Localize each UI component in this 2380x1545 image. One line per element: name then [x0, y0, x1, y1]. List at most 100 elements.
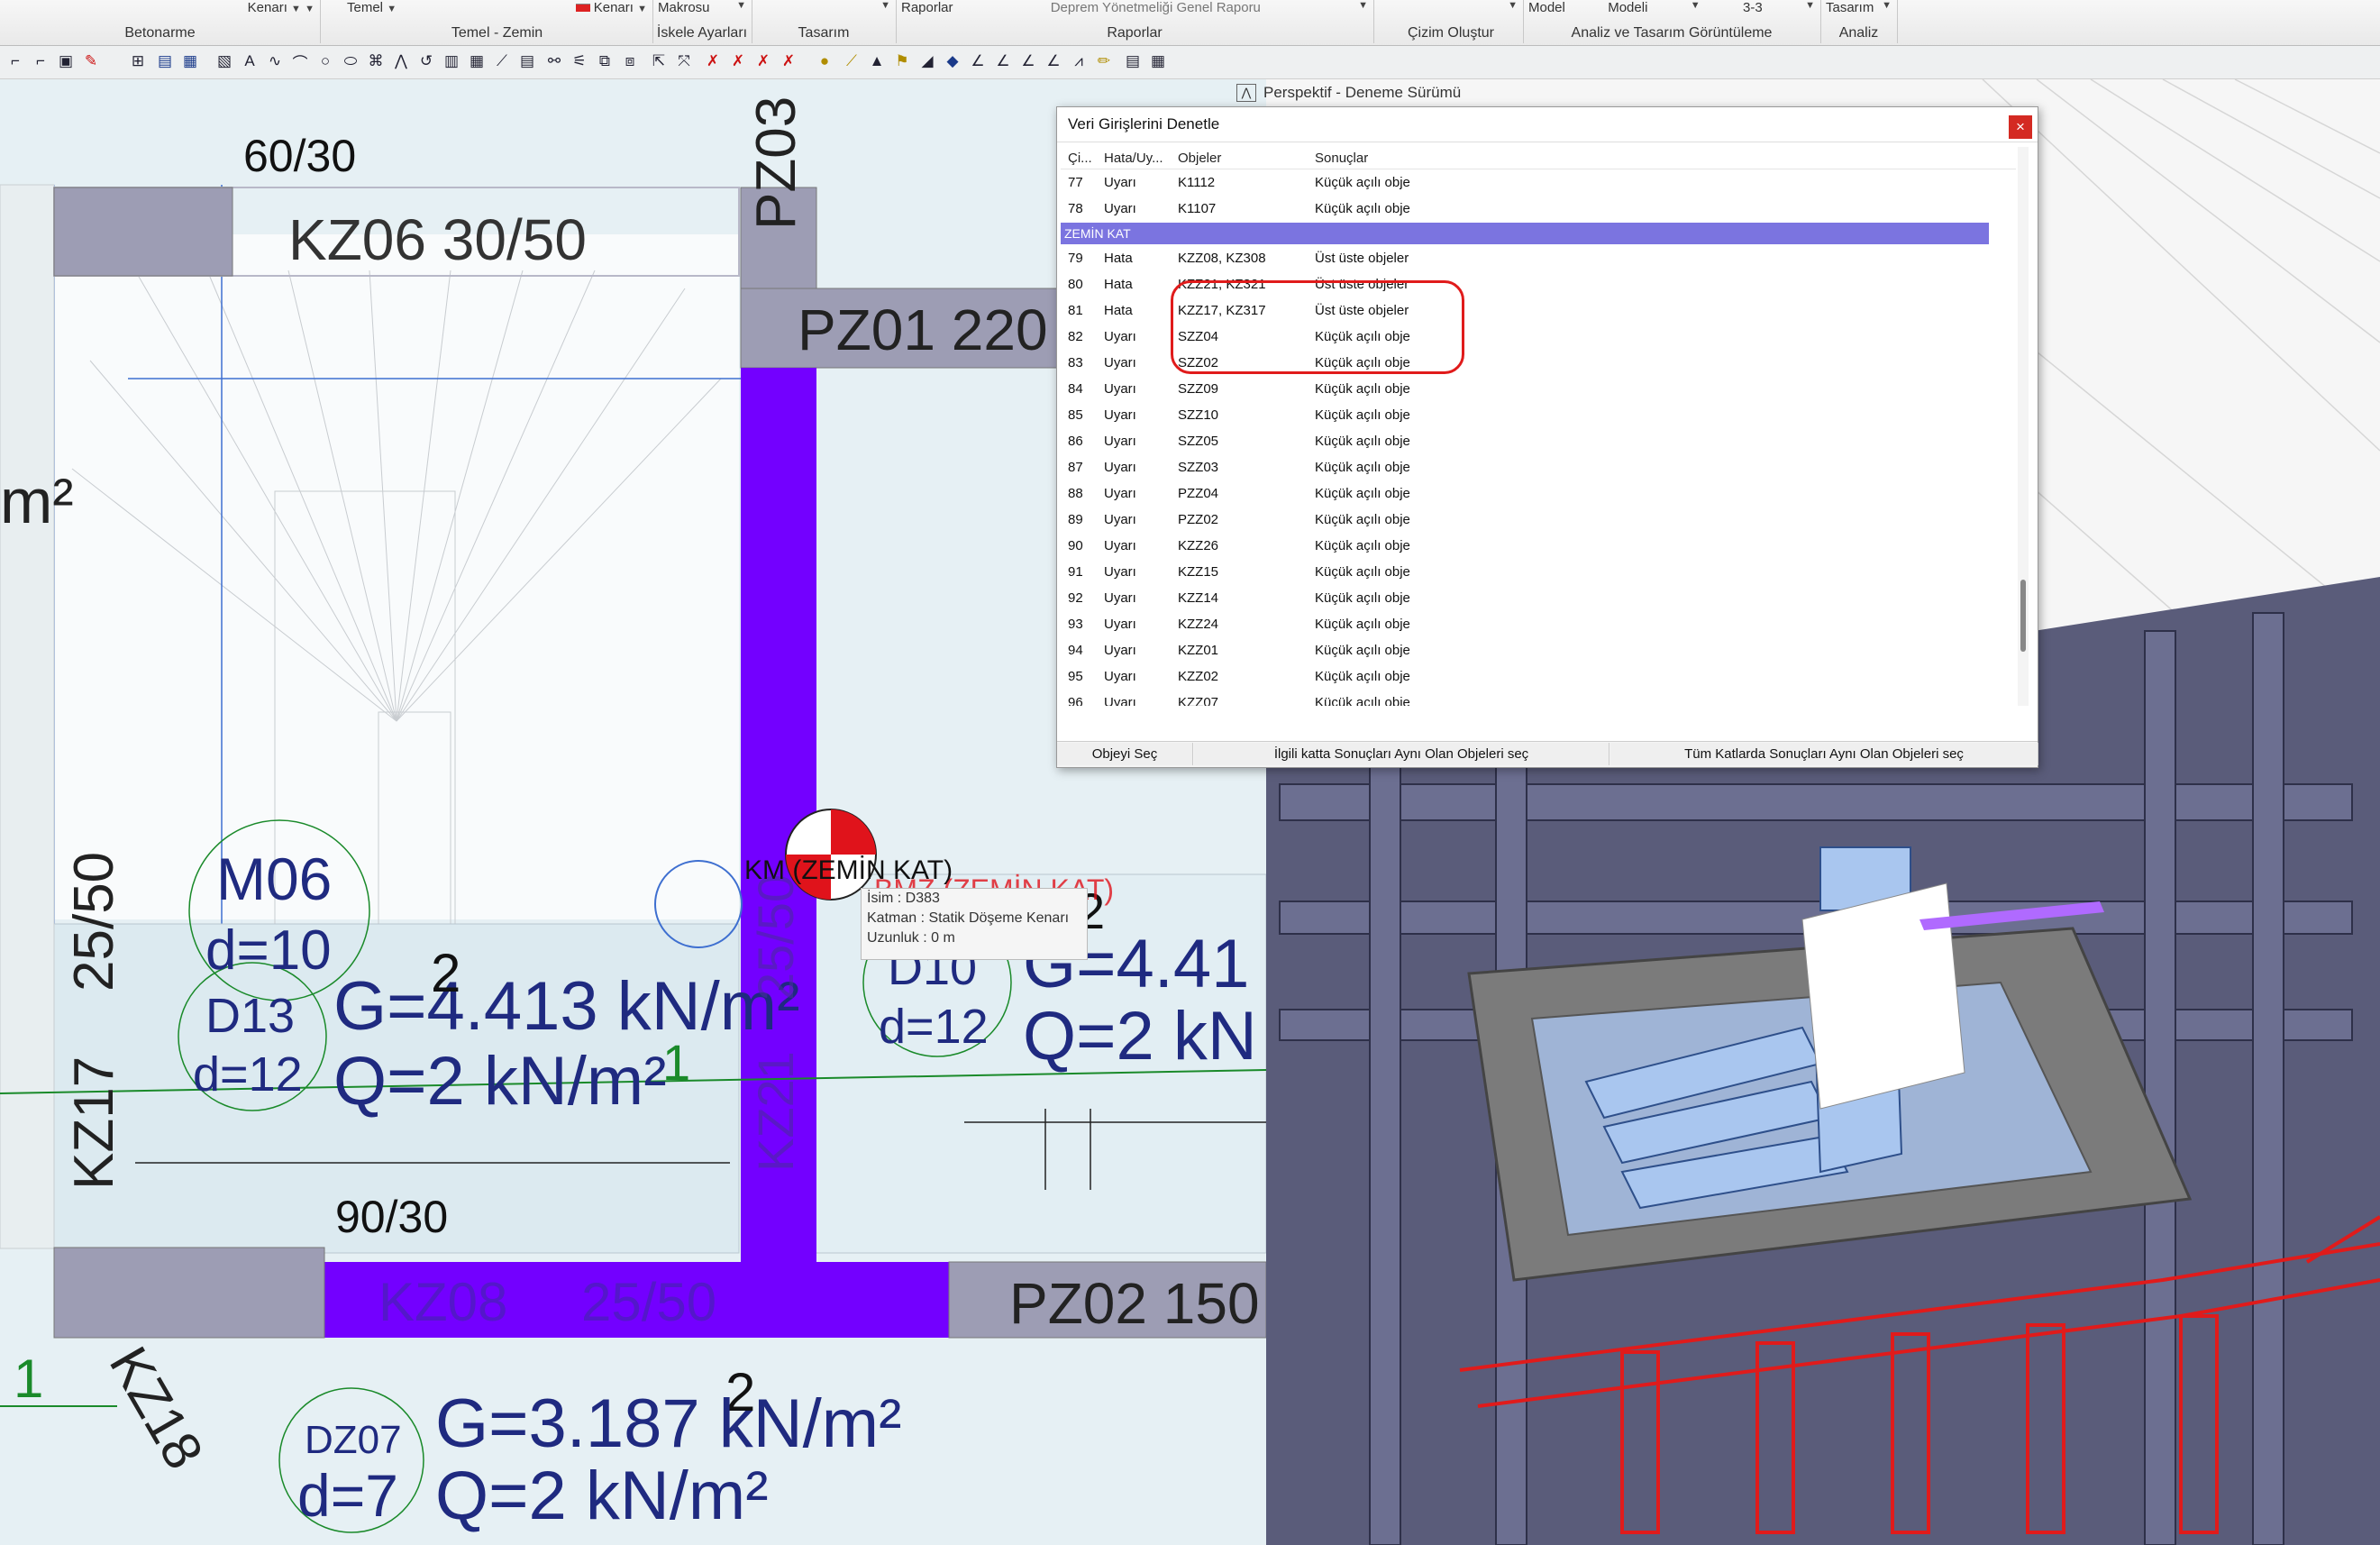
table-view-tool-icon[interactable]: ▦: [1148, 52, 1168, 70]
table-row[interactable]: 92 Uyarı KZZ14 Küçük açılı obje: [1061, 586, 2016, 612]
ribbon-group-analiz-gorunum[interactable]: Model Modeli ▼ 3-3 ▼ Analiz ve Tasarım Görün…: [1523, 0, 1821, 43]
table-row[interactable]: 88 Uyarı PZZ04 Küçük açılı obje: [1061, 481, 2016, 507]
perspective-tab[interactable]: ⋀ Perspektif - Deneme Sürümü: [1236, 79, 1461, 106]
ribbon-group-top-right[interactable]: Modeli: [1608, 0, 1647, 15]
dropdown-caret-icon[interactable]: ▼: [387, 4, 397, 14]
matrix-tool-icon[interactable]: ▦: [467, 52, 487, 70]
select-all-floors-button[interactable]: Tüm Katlarda Sonuçları Aynı Olan Objeler…: [1610, 743, 2038, 765]
ribbon-group-betonarme[interactable]: Kenarı ▼ ▼ Betonarme: [0, 0, 321, 43]
dropdown-caret-icon[interactable]: ▼: [305, 4, 315, 14]
rebar-tool-icon[interactable]: ⚟: [570, 52, 589, 70]
table-row[interactable]: 85 Uyarı SZZ10 Küçük açılı obje: [1061, 403, 2016, 429]
circle-tool-icon[interactable]: ○: [315, 52, 335, 70]
brush-tool-icon[interactable]: ✏: [1094, 52, 1114, 70]
delete-all-tool-icon[interactable]: ✗: [728, 52, 748, 70]
dropdown-caret-icon[interactable]: ▼: [1691, 0, 1701, 15]
veri-girisleri-dialog[interactable]: Veri Girişlerini Denetle × Çi... Hata/Uy…: [1056, 106, 2038, 768]
region-tool-icon[interactable]: ⬭: [341, 52, 360, 70]
table-row[interactable]: 84 Uyarı SZZ09 Küçük açılı obje: [1061, 377, 2016, 403]
bulb-tool-icon[interactable]: ●: [815, 52, 834, 70]
pen-tool-icon[interactable]: ✎: [81, 52, 101, 70]
select-same-floor-button[interactable]: İlgili katta Sonuçları Aynı Olan Objeler…: [1194, 743, 1609, 765]
ribbon-group-tasarim[interactable]: ▼ Tasarım: [752, 0, 897, 43]
shape-tool-icon[interactable]: ◢: [917, 52, 937, 70]
column-top-left[interactable]: [53, 187, 233, 277]
arc-tool-icon[interactable]: ∿: [265, 52, 285, 70]
copy-tool-icon[interactable]: ⧉: [595, 52, 615, 70]
print-tool-icon[interactable]: ▤: [1123, 52, 1143, 70]
ribbon-group-top-right[interactable]: Kenarı: [248, 0, 287, 15]
save-icon[interactable]: ▤: [155, 52, 175, 70]
table-row[interactable]: 96 Uyarı KZZ07 Küçük açılı obje: [1061, 690, 2016, 706]
ribbon-group-analiz[interactable]: Tasarım ▼ Analiz: [1820, 0, 1898, 43]
mountain-tool-icon[interactable]: ▲: [867, 52, 887, 70]
layout-tool-icon[interactable]: ▤: [517, 52, 537, 70]
ribbon-group-top-left[interactable]: Temel: [347, 0, 383, 15]
dropdown-caret-icon[interactable]: ▼: [880, 0, 890, 11]
axis-tool-icon[interactable]: ∠: [1018, 52, 1038, 70]
ribbon-group-top-left[interactable]: Tasarım: [1826, 0, 1874, 15]
flag-tool-icon[interactable]: ⚑: [892, 52, 912, 70]
table-row[interactable]: 86 Uyarı SZZ05 Küçük açılı obje: [1061, 429, 2016, 455]
dropdown-caret-icon[interactable]: ▼: [1508, 0, 1518, 11]
dropdown-caret-icon[interactable]: ▼: [637, 4, 647, 14]
section-row-zemin-kat[interactable]: ZEMİN KAT: [1061, 223, 1989, 244]
ribbon-group-iskele[interactable]: Makrosu ▼ İskele Ayarları: [652, 0, 752, 43]
table-row[interactable]: 94 Uyarı KZZ01 Küçük açılı obje: [1061, 638, 2016, 664]
paste-tool-icon[interactable]: ⧈: [620, 52, 640, 70]
rectangle-tool-icon[interactable]: ▣: [56, 52, 76, 70]
column-header-type[interactable]: Hata/Uy...: [1104, 151, 1163, 166]
column-header-no[interactable]: Çi...: [1068, 151, 1092, 166]
close-button[interactable]: ×: [2009, 115, 2032, 139]
measure-tool-icon[interactable]: ⟋: [492, 52, 512, 70]
ribbon-group-top-right[interactable]: Kenarı: [594, 0, 634, 15]
shield-tool-icon[interactable]: ◆: [943, 52, 962, 70]
ribbon-group-extra[interactable]: 3-3: [1743, 0, 1763, 15]
grid-tool-icon[interactable]: ▦: [180, 52, 200, 70]
image-tool-icon[interactable]: ▧: [214, 52, 234, 70]
dropdown-caret-icon[interactable]: ▼: [736, 0, 746, 15]
perspective-tab-icon[interactable]: ⋀: [1236, 84, 1256, 102]
column-header-objects[interactable]: Objeler: [1178, 151, 1221, 166]
table-scrollbar[interactable]: [2018, 147, 2029, 706]
dropdown-caret-icon[interactable]: ▼: [1882, 0, 1892, 15]
polyline-tool-icon[interactable]: ⌐: [31, 52, 50, 70]
table-row[interactable]: 89 Uyarı PZZ02 Küçük açılı obje: [1061, 507, 2016, 534]
node-tool-icon[interactable]: ⌘: [366, 52, 386, 70]
curve-graph-tool-icon[interactable]: ∠: [1044, 52, 1063, 70]
table-row[interactable]: 87 Uyarı SZZ03 Küçük açılı obje: [1061, 455, 2016, 481]
undo-tool-icon[interactable]: ↺: [416, 52, 436, 70]
table-tool-icon[interactable]: ▥: [442, 52, 461, 70]
table-row[interactable]: 91 Uyarı KZZ15 Küçük açılı obje: [1061, 560, 2016, 586]
ribbon-group-top-left[interactable]: Model: [1528, 0, 1565, 15]
delete-tool-icon[interactable]: ✗: [703, 52, 723, 70]
move-tool-icon[interactable]: ⇱: [649, 52, 669, 70]
table-row[interactable]: 79 Hata KZZ08, KZ308 Üst üste objeler: [1061, 246, 2016, 272]
line-tool-icon[interactable]: ⌐: [5, 52, 25, 70]
scrollbar-thumb[interactable]: [2020, 580, 2026, 652]
table-row[interactable]: 90 Uyarı KZZ26 Küçük açılı obje: [1061, 534, 2016, 560]
column-bottom-left[interactable]: [53, 1247, 325, 1339]
peak-tool-icon[interactable]: ⩘: [1069, 52, 1089, 70]
dropdown-caret-icon[interactable]: ▼: [1805, 0, 1815, 15]
ribbon-group-top-left[interactable]: Makrosu: [658, 0, 710, 15]
hatch-tool-icon[interactable]: ⋀: [391, 52, 411, 70]
ribbon-group-top-left[interactable]: Raporlar: [901, 0, 953, 15]
table-row[interactable]: 95 Uyarı KZZ02 Küçük açılı obje: [1061, 664, 2016, 690]
table-row[interactable]: 78 Uyarı K1107 Küçük açılı obje: [1061, 197, 2016, 223]
erase-layer-tool-icon[interactable]: ✗: [779, 52, 798, 70]
select-object-button[interactable]: Objeyi Seç: [1057, 743, 1193, 765]
dimension-tool-icon[interactable]: ⊞: [128, 52, 148, 70]
results-table[interactable]: Çi... Hata/Uy... Objeler Sonuçlar 77 Uyar…: [1061, 147, 2016, 706]
ribbon-group-cizim[interactable]: ▼ Çizim Oluştur: [1379, 0, 1524, 43]
graph-tool-icon[interactable]: ∠: [968, 52, 988, 70]
left-beam-outline[interactable]: [0, 184, 55, 1249]
erase-tool-icon[interactable]: ✗: [753, 52, 773, 70]
column-header-results[interactable]: Sonuçlar: [1315, 151, 1368, 166]
chain-tool-icon[interactable]: ⚯: [544, 52, 564, 70]
dropdown-caret-icon[interactable]: ▼: [1358, 0, 1368, 15]
curve-tool-icon[interactable]: ⌒: [290, 52, 310, 72]
rotate-tool-icon[interactable]: ⤧: [674, 52, 694, 70]
table-row[interactable]: 93 Uyarı KZZ24 Küçük açılı obje: [1061, 612, 2016, 638]
report-name[interactable]: Deprem Yönetmeliği Genel Raporu: [1051, 0, 1261, 15]
